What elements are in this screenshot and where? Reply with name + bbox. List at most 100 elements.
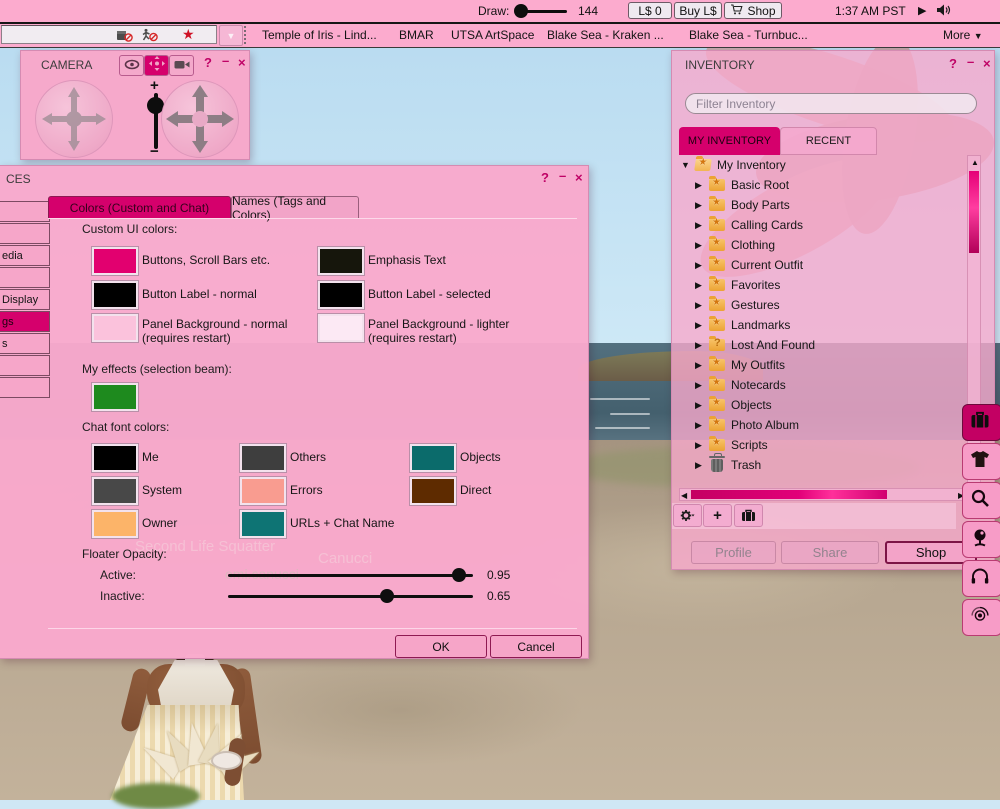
chevron-right-icon[interactable]: ▶: [695, 360, 702, 371]
tree-item[interactable]: ▶ Notecards: [679, 375, 967, 395]
tree-item[interactable]: ▶ Basic Root: [679, 175, 967, 195]
tree-item-trash[interactable]: ▶ Trash: [679, 455, 967, 475]
toolbar-voice-button[interactable]: [962, 560, 1000, 597]
color-swatch-label-selected[interactable]: [318, 281, 364, 309]
toolbar-inventory-button[interactable]: [962, 404, 1000, 441]
chevron-right-icon[interactable]: ▶: [695, 260, 702, 271]
gear-menu-button[interactable]: [673, 504, 702, 527]
chevron-right-icon[interactable]: ▶: [695, 180, 702, 191]
color-swatch-owner[interactable]: [92, 510, 138, 538]
tree-item[interactable]: ▶ Calling Cards: [679, 215, 967, 235]
color-swatch-label-normal[interactable]: [92, 281, 138, 309]
tree-item[interactable]: ▶ Objects: [679, 395, 967, 415]
inactive-opacity-slider[interactable]: [228, 595, 473, 598]
ok-button[interactable]: OK: [395, 635, 487, 658]
chevron-down-icon[interactable]: ▼: [681, 160, 690, 170]
balance-button[interactable]: L$ 0: [628, 2, 672, 19]
minimize-button[interactable]: –: [222, 54, 229, 67]
toolbar-outfits-button[interactable]: <: [962, 443, 1000, 480]
favorite-location-tab[interactable]: Blake Sea - Kraken ...: [547, 28, 664, 42]
camera-pan-joystick[interactable]: [161, 80, 239, 158]
close-button[interactable]: ×: [575, 171, 583, 184]
color-swatch-me[interactable]: [92, 444, 138, 472]
horizontal-scrollbar-thumb[interactable]: [691, 490, 887, 499]
chevron-right-icon[interactable]: ▶: [695, 200, 702, 211]
zoom-out-label[interactable]: −: [150, 143, 159, 160]
media-play-icon[interactable]: ▶: [918, 4, 926, 17]
color-swatch-errors[interactable]: [240, 477, 286, 505]
tree-item[interactable]: ▶ Clothing: [679, 235, 967, 255]
add-item-button[interactable]: +: [703, 504, 732, 527]
close-button[interactable]: ×: [983, 57, 991, 70]
tree-item[interactable]: ▶ Favorites: [679, 275, 967, 295]
tab-my-inventory[interactable]: MY INVENTORY: [679, 127, 780, 155]
tree-item-my-inventory[interactable]: ▼ My Inventory: [679, 155, 967, 175]
chevron-right-icon[interactable]: ▶: [695, 340, 702, 351]
shop-button[interactable]: Shop: [724, 2, 782, 19]
toolbar-media-button[interactable]: [962, 599, 1000, 636]
tree-item[interactable]: ▶ Lost And Found: [679, 335, 967, 355]
tab-colors[interactable]: Colors (Custom and Chat): [48, 196, 231, 218]
profile-button[interactable]: Profile: [691, 541, 776, 564]
color-swatch-urls[interactable]: [240, 510, 286, 538]
tab-names[interactable]: Names (Tags and Colors): [231, 196, 359, 218]
active-opacity-knob[interactable]: [452, 568, 466, 582]
help-button[interactable]: ?: [204, 56, 212, 69]
favorite-star-icon[interactable]: ★: [182, 26, 195, 43]
tree-item[interactable]: ▶ Body Parts: [679, 195, 967, 215]
location-dropdown-button[interactable]: ▼: [219, 25, 243, 46]
chevron-right-icon[interactable]: ▶: [695, 460, 702, 471]
chevron-right-icon[interactable]: ▶: [695, 320, 702, 331]
color-swatch-system[interactable]: [92, 477, 138, 505]
horizontal-scrollbar[interactable]: ◀ ▶: [679, 488, 967, 501]
sidebar-item-display[interactable]: Display: [0, 289, 50, 310]
orbit-controls-button[interactable]: [144, 55, 169, 76]
tree-item[interactable]: ▶ Gestures: [679, 295, 967, 315]
volume-icon[interactable]: [936, 3, 951, 20]
active-opacity-slider[interactable]: [228, 574, 473, 577]
chevron-right-icon[interactable]: ▶: [695, 400, 702, 411]
toolbar-world-map-button[interactable]: [962, 521, 1000, 558]
favorite-location-tab[interactable]: BMAR: [399, 28, 434, 42]
color-swatch-panel-normal[interactable]: [92, 314, 138, 342]
close-button[interactable]: ×: [238, 56, 246, 69]
tree-item[interactable]: ▶ Current Outfit: [679, 255, 967, 275]
sidebar-item-media[interactable]: edia: [0, 245, 50, 266]
sidebar-item[interactable]: s: [0, 333, 50, 354]
color-swatch-buttons[interactable]: [92, 247, 138, 275]
tree-item[interactable]: ▶ Landmarks: [679, 315, 967, 335]
draw-distance-slider-knob[interactable]: [514, 4, 528, 18]
minimize-button[interactable]: –: [967, 55, 974, 68]
scroll-left-icon[interactable]: ◀: [681, 491, 687, 500]
sidebar-item[interactable]: [0, 355, 50, 376]
sidebar-item-selected[interactable]: gs: [0, 311, 50, 332]
chevron-right-icon[interactable]: ▶: [695, 440, 702, 451]
chevron-right-icon[interactable]: ▶: [695, 220, 702, 231]
buy-linden-button[interactable]: Buy L$: [674, 2, 722, 19]
minimize-button[interactable]: –: [559, 169, 566, 182]
filter-inventory-input[interactable]: Filter Inventory: [685, 93, 977, 114]
tree-item[interactable]: ▶ My Outfits: [679, 355, 967, 375]
sidebar-item[interactable]: [0, 267, 50, 288]
chevron-right-icon[interactable]: ▶: [695, 300, 702, 311]
color-swatch-objects[interactable]: [410, 444, 456, 472]
help-button[interactable]: ?: [949, 57, 957, 70]
zoom-in-label[interactable]: +: [150, 77, 159, 94]
chevron-right-icon[interactable]: ▶: [695, 280, 702, 291]
chevron-right-icon[interactable]: ▶: [695, 240, 702, 251]
location-input[interactable]: ★: [1, 25, 217, 44]
toolbar-search-button[interactable]: [962, 482, 1000, 519]
chevron-right-icon[interactable]: ▶: [695, 420, 702, 431]
tree-item[interactable]: ▶ Scripts: [679, 435, 967, 455]
color-swatch-direct[interactable]: [410, 477, 456, 505]
eye-view-button[interactable]: [119, 55, 144, 76]
scroll-up-icon[interactable]: ▲: [971, 158, 979, 167]
help-button[interactable]: ?: [541, 171, 549, 184]
sidebar-item[interactable]: [0, 377, 50, 398]
color-swatch-others[interactable]: [240, 444, 286, 472]
more-locations-button[interactable]: More ▼: [943, 28, 983, 42]
color-swatch-panel-lighter[interactable]: [318, 314, 364, 342]
sidebar-item[interactable]: [0, 223, 50, 244]
camera-modes-button[interactable]: [169, 55, 194, 76]
sidebar-item[interactable]: [0, 201, 50, 222]
